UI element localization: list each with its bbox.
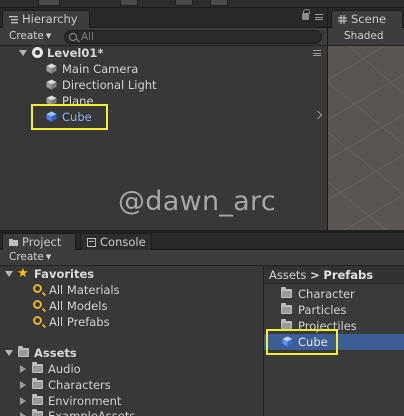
highlight-box	[31, 104, 108, 130]
hierarchy-toolbar: Create ▼ All	[0, 28, 327, 46]
folder-icon	[32, 362, 43, 373]
favorites-item-all-materials[interactable]: All Materials	[0, 282, 262, 298]
assets-row[interactable]: Assets	[0, 345, 262, 361]
star-icon: ★	[17, 266, 29, 281]
breadcrumb-separator: >	[310, 268, 320, 282]
search-icon	[33, 300, 42, 309]
scene-grid	[328, 46, 404, 230]
folder-icon	[281, 287, 292, 298]
chevron-right-icon[interactable]	[20, 397, 26, 405]
breadcrumb-root[interactable]: Assets	[269, 268, 306, 282]
scene-tabbar: Scene	[328, 8, 404, 28]
lock-icon[interactable]	[302, 9, 310, 20]
folder-icon	[18, 346, 29, 357]
tab-project-label: Project	[22, 235, 62, 249]
shading-label: Shaded	[344, 30, 384, 42]
watermark-text: @dawn_arc	[118, 186, 276, 217]
project-tabbar: Project Console	[0, 233, 404, 250]
assets-item-environment[interactable]: Environment	[0, 393, 262, 409]
chevron-down-icon: ▼	[45, 253, 52, 261]
folder-icon	[32, 378, 43, 389]
console-icon	[87, 238, 96, 247]
breadcrumb-current: Prefabs	[323, 268, 374, 282]
breadcrumb: Assets > Prefabs	[264, 266, 404, 284]
favorites-label: Favorites	[34, 267, 95, 281]
hierarchy-item-label: Directional Light	[62, 78, 157, 92]
fold-arrow-icon[interactable]	[5, 350, 13, 356]
gameobject-cube-icon	[46, 79, 57, 90]
folder-icon	[281, 303, 292, 314]
toolbar-button[interactable]	[175, 0, 193, 6]
chevron-right-icon[interactable]	[20, 412, 26, 416]
tab-console-label: Console	[100, 235, 146, 249]
favorites-item-all-models[interactable]: All Models	[0, 298, 262, 314]
fold-arrow-icon[interactable]	[19, 50, 27, 56]
hierarchy-search-input[interactable]: All	[64, 30, 322, 44]
assets-item-characters[interactable]: Characters	[0, 377, 262, 393]
favorites-item-label: All Prefabs	[49, 315, 110, 329]
toolbar-button[interactable]	[38, 0, 60, 6]
hierarchy-tabbar: Hierarchy	[0, 8, 327, 28]
search-icon	[33, 284, 42, 293]
search-icon	[69, 33, 77, 41]
fold-arrow-icon[interactable]	[5, 271, 13, 277]
tab-console[interactable]: Console	[80, 233, 152, 250]
create-label: Create	[9, 30, 44, 42]
project-folder-pane: Assets > Prefabs Character Particles Pro…	[263, 266, 404, 416]
assets-item-label: ExampleAssets	[48, 409, 136, 416]
folder-item-character[interactable]: Character	[264, 286, 404, 302]
tab-project[interactable]: Project	[2, 233, 76, 250]
chevron-down-icon: ▼	[45, 32, 52, 40]
project-tree-pane: ★ Favorites All Materials All Models All…	[0, 266, 262, 416]
chevron-right-icon[interactable]	[20, 381, 26, 389]
highlight-box	[266, 329, 338, 355]
folder-icon	[32, 394, 43, 405]
assets-label: Assets	[34, 346, 77, 360]
shading-mode-dropdown[interactable]: Shaded	[340, 30, 388, 44]
scene-panel: Scene Shaded	[327, 8, 404, 230]
gameobject-cube-icon	[46, 63, 57, 74]
grid-icon	[338, 15, 347, 24]
assets-item-label: Environment	[48, 394, 122, 408]
assets-item-exampleassets[interactable]: ExampleAssets	[0, 408, 262, 416]
favorites-item-label: All Models	[49, 299, 108, 313]
hierarchy-item-label: Main Camera	[62, 62, 139, 76]
tab-scene-label: Scene	[351, 12, 387, 26]
folder-item-particles[interactable]: Particles	[264, 302, 404, 318]
favorites-row[interactable]: ★ Favorites	[0, 266, 262, 282]
hierarchy-item-main-camera[interactable]: Main Camera	[0, 61, 327, 77]
main-toolbar-strip	[0, 0, 404, 8]
toolbar-button[interactable]	[210, 0, 228, 6]
chevron-right-icon[interactable]	[20, 365, 26, 373]
toolbar-button[interactable]	[120, 0, 138, 6]
scene-root-row[interactable]: Level01*	[0, 45, 327, 61]
scene-menu-icon[interactable]	[313, 50, 321, 56]
hierarchy-create-button[interactable]: Create ▼	[5, 30, 55, 44]
tab-hierarchy[interactable]: Hierarchy	[2, 10, 90, 28]
project-create-button[interactable]: Create ▼	[5, 251, 55, 265]
hierarchy-item-directional-light[interactable]: Directional Light	[0, 77, 327, 93]
folder-icon	[32, 409, 43, 416]
scene-name: Level01*	[47, 46, 104, 60]
favorites-item-all-prefabs[interactable]: All Prefabs	[0, 314, 262, 330]
scene-viewport[interactable]	[328, 46, 404, 230]
tab-hierarchy-label: Hierarchy	[22, 12, 78, 26]
favorites-item-label: All Materials	[49, 283, 120, 297]
project-panel: Project Console Create ▼ ★ Favorites All …	[0, 233, 404, 416]
tab-scene[interactable]: Scene	[331, 10, 403, 28]
list-icon	[9, 16, 18, 24]
search-icon	[33, 316, 42, 325]
create-label: Create	[9, 251, 44, 263]
folder-item-label: Character	[298, 287, 355, 301]
scene-toolbar: Shaded	[328, 28, 404, 46]
assets-item-label: Audio	[48, 362, 81, 376]
project-toolbar: Create ▼	[0, 250, 404, 266]
assets-item-audio[interactable]: Audio	[0, 361, 262, 377]
search-placeholder: All	[81, 31, 95, 43]
folder-item-label: Particles	[298, 303, 347, 317]
tab-menu-icon[interactable]	[315, 14, 323, 20]
folder-icon	[9, 239, 18, 246]
unity-scene-icon	[32, 47, 43, 58]
assets-item-label: Characters	[48, 378, 111, 392]
